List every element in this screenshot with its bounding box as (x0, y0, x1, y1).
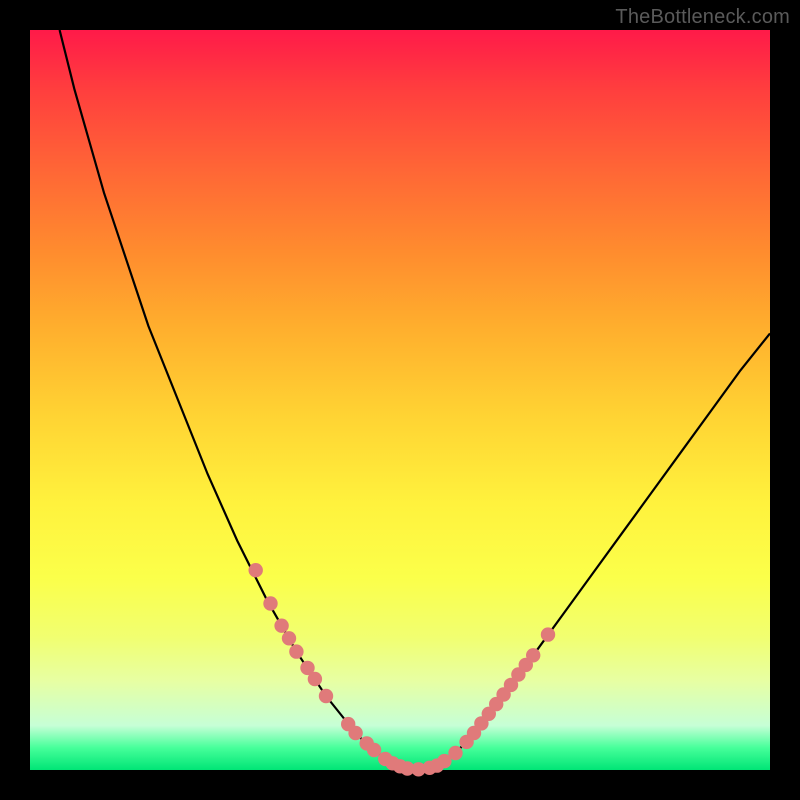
chart-frame: TheBottleneck.com (0, 0, 800, 800)
plot-area (30, 30, 770, 770)
data-markers-group (249, 563, 556, 777)
data-marker (249, 563, 263, 577)
data-marker (308, 672, 322, 686)
data-marker (289, 644, 303, 658)
watermark-text: TheBottleneck.com (615, 6, 790, 29)
data-marker (319, 689, 333, 703)
chart-svg (30, 30, 770, 770)
data-marker (348, 726, 362, 740)
data-marker (274, 619, 288, 633)
data-marker (282, 631, 296, 645)
data-marker (448, 746, 462, 760)
data-marker (526, 648, 540, 662)
bottleneck-curve (60, 30, 770, 770)
data-marker (263, 596, 277, 610)
data-marker (541, 627, 555, 641)
